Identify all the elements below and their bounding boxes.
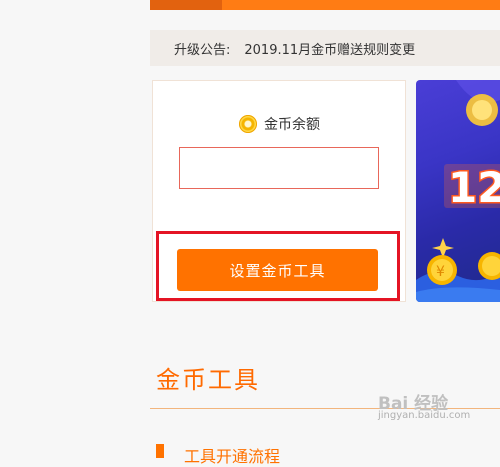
announcement-label: 升级公告:	[174, 42, 231, 58]
top-bar	[222, 0, 500, 10]
section-title: 金币工具	[156, 366, 260, 394]
banner-number: 12	[448, 163, 500, 212]
coin-balance-row: 金币余额	[239, 114, 320, 134]
promo-banner[interactable]: 12 ¥	[416, 80, 500, 302]
watermark-url: jingyan.baidu.com	[378, 410, 471, 421]
watermark-logo: Bai 经验	[378, 394, 449, 414]
coin-balance-field	[179, 147, 379, 189]
svg-text:¥: ¥	[436, 264, 445, 280]
setup-coin-tool-button[interactable]: 设置金币工具	[177, 249, 378, 291]
promo-banner-art: 12 ¥	[416, 80, 500, 302]
top-bar-accent	[150, 0, 222, 10]
list-item-tool-activation[interactable]: 工具开通流程	[184, 443, 280, 467]
coin-balance-card: 金币余额 设置金币工具	[152, 80, 406, 302]
list-bullet	[156, 444, 164, 458]
announcement-bar: 升级公告: 2019.11月金币赠送规则变更	[150, 30, 500, 66]
banner-coin-inner	[472, 100, 492, 120]
coin-balance-label: 金币余额	[264, 117, 320, 133]
banner-number-graphic: 12	[444, 162, 500, 214]
watermark: Bai 经验 jingyan.baidu.com	[378, 394, 471, 422]
coin-icon	[239, 115, 257, 133]
sparkle-icon	[432, 238, 454, 258]
announcement-link[interactable]: 2019.11月金币赠送规则变更	[244, 39, 415, 58]
